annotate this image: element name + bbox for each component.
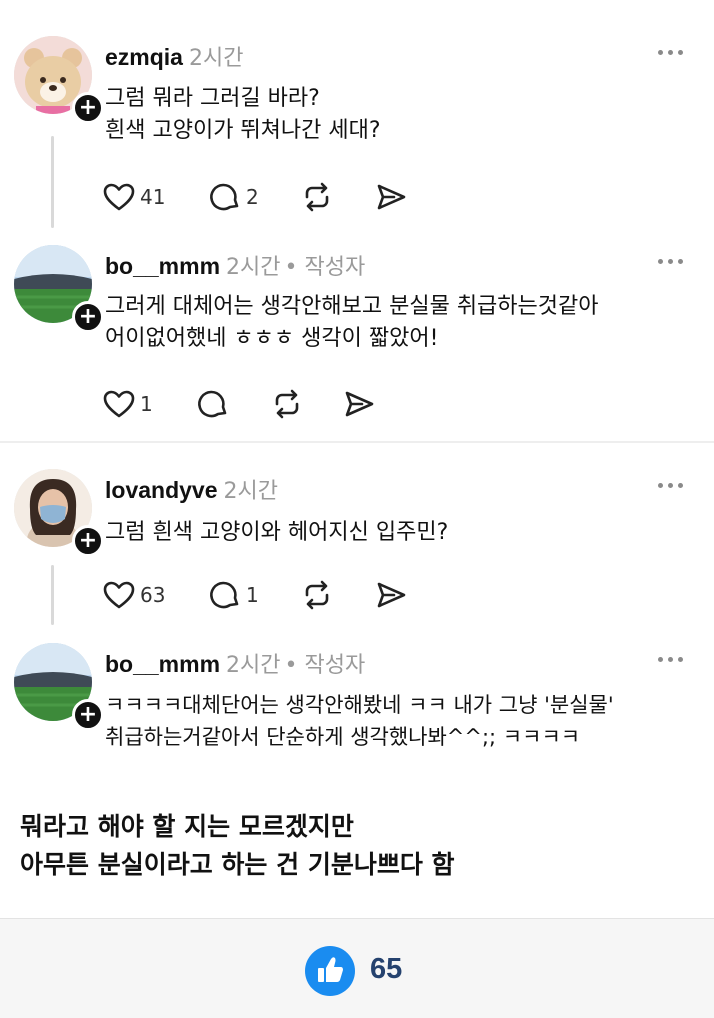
send-icon	[377, 184, 406, 210]
heart-icon	[103, 581, 135, 609]
total-like-count: 65	[370, 953, 403, 985]
send-icon	[377, 582, 406, 608]
post-time: 2시간	[188, 46, 244, 71]
post-time: 2시간	[223, 479, 278, 504]
thumbs-up-icon	[318, 957, 343, 982]
footer-bar: 65	[0, 918, 714, 1018]
thread-connector	[51, 136, 54, 228]
follow-plus-icon[interactable]: +	[72, 525, 104, 557]
send-icon	[345, 391, 374, 417]
post-meta: bo__mmm 2시간 • 작성자	[105, 249, 365, 281]
comment-icon	[210, 581, 239, 609]
username[interactable]: bo__mmm	[105, 253, 220, 279]
more-options-icon[interactable]	[656, 475, 686, 495]
heart-icon	[103, 183, 135, 211]
share-button[interactable]	[374, 177, 408, 217]
like-count: 41	[140, 185, 166, 209]
post-time: 2시간	[226, 653, 281, 678]
comment-icon	[210, 183, 239, 211]
post-actions: 63 1	[102, 575, 422, 615]
author-tag: • 작성자	[284, 255, 366, 280]
post-actions: 1	[102, 384, 422, 424]
avatar[interactable]: +	[14, 245, 104, 333]
share-button[interactable]	[374, 575, 408, 615]
avatar[interactable]: +	[14, 36, 104, 124]
repost-icon	[305, 182, 329, 212]
repost-button[interactable]	[270, 384, 304, 424]
repost-button[interactable]	[300, 177, 334, 217]
heart-icon	[103, 390, 135, 418]
post-text: 그럼 흰색 고양이와 헤어지신 입주민?	[105, 520, 449, 545]
like-button[interactable]: 63	[102, 575, 165, 615]
caption-text: 뭐라고 해야 할 지는 모르겠지만 아무튼 분실이라고 하는 건 기분나쁘다 함	[20, 812, 455, 879]
more-options-icon[interactable]	[656, 649, 686, 669]
thumbs-up-button[interactable]	[305, 946, 355, 996]
more-options-icon[interactable]	[656, 42, 686, 62]
follow-plus-icon[interactable]: +	[72, 699, 104, 731]
follow-plus-icon[interactable]: +	[72, 301, 104, 333]
post-text: ㅋㅋㅋㅋ대체단어는 생각안해봤네 ㅋㅋ 내가 그냥 '분실물' 취급하는거같아서…	[105, 693, 614, 749]
follow-plus-icon[interactable]: +	[72, 92, 104, 124]
like-count: 63	[140, 583, 166, 607]
reply-button[interactable]: 2	[208, 177, 259, 217]
thread-connector	[51, 565, 54, 625]
post-time: 2시간	[226, 255, 281, 280]
post-text: 그럼 뭐라 그러길 바라? 흰색 고양이가 뛰쳐나간 세대?	[105, 86, 381, 143]
like-button[interactable]: 1	[102, 384, 153, 424]
post-actions: 41 2	[102, 177, 422, 217]
comment-icon	[198, 390, 227, 418]
like-button[interactable]: 41	[102, 177, 165, 217]
thread-divider	[0, 441, 714, 443]
post-meta: bo__mmm 2시간 • 작성자	[105, 647, 365, 679]
reply-count: 2	[246, 185, 259, 209]
post-text: 그러게 대체어는 생각안해보고 분실물 취급하는것같아 어이없어했네 ㅎㅎㅎ 생…	[105, 294, 599, 351]
author-tag: • 작성자	[284, 653, 366, 678]
repost-button[interactable]	[300, 575, 334, 615]
reply-button[interactable]	[196, 384, 230, 424]
username[interactable]: lovandyve	[105, 477, 218, 503]
share-button[interactable]	[342, 384, 376, 424]
reply-count: 1	[246, 583, 259, 607]
repost-icon	[305, 580, 329, 610]
more-options-icon[interactable]	[656, 251, 686, 271]
username[interactable]: bo__mmm	[105, 651, 220, 677]
repost-icon	[275, 389, 299, 419]
post-meta: lovandyve 2시간	[105, 473, 278, 505]
post-meta: ezmqia 2시간	[105, 40, 243, 72]
reply-button[interactable]: 1	[208, 575, 259, 615]
avatar[interactable]: +	[14, 469, 104, 557]
avatar[interactable]: +	[14, 643, 104, 731]
username[interactable]: ezmqia	[105, 44, 183, 70]
like-count: 1	[140, 392, 153, 416]
